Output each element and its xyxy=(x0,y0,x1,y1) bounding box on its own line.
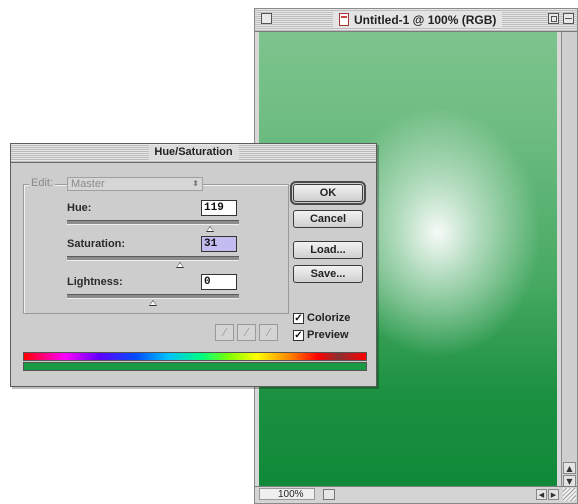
saturation-slider-thumb[interactable] xyxy=(175,262,184,268)
hue-slider-track[interactable] xyxy=(67,220,239,232)
hue-spectrum-bar xyxy=(23,352,367,361)
dialog-titlebar[interactable]: Hue/Saturation xyxy=(11,144,376,163)
document-title: Untitled-1 @ 100% (RGB) xyxy=(354,12,497,27)
document-title-area: Untitled-1 @ 100% (RGB) xyxy=(333,11,503,28)
edit-channel-select[interactable]: Master ⬍ xyxy=(67,177,203,191)
hue-input[interactable]: 119 xyxy=(201,200,237,216)
zoom-box-icon[interactable] xyxy=(548,13,559,24)
load-button[interactable]: Load... xyxy=(293,241,363,259)
scroll-left-arrow-icon[interactable]: ◀ xyxy=(536,489,547,500)
hue-label: Hue: xyxy=(67,202,92,214)
lightness-slider-track[interactable] xyxy=(67,294,239,306)
document-titlebar[interactable]: Untitled-1 @ 100% (RGB) xyxy=(255,9,577,32)
scroll-right-arrow-icon[interactable]: ▶ xyxy=(548,489,559,500)
lightness-label: Lightness: xyxy=(67,276,123,288)
preview-checkbox[interactable]: ✓ xyxy=(293,329,304,341)
vertical-scrollbar[interactable]: ▲ ▼ xyxy=(561,32,577,488)
document-info-icon[interactable] xyxy=(323,489,335,500)
colorize-label: Colorize xyxy=(307,312,351,324)
collapse-box-icon[interactable] xyxy=(563,13,574,24)
close-box-icon[interactable] xyxy=(261,13,272,24)
edit-label: Edit: xyxy=(29,177,56,189)
eyedropper-tools: ⁄ ⁄ ⁄ xyxy=(215,324,278,341)
edit-channel-value: Master xyxy=(71,178,105,190)
lightness-input[interactable]: 0 xyxy=(201,274,237,290)
hue-saturation-dialog: Hue/Saturation Edit: Master ⬍ Hue: 119 S… xyxy=(10,143,377,387)
select-arrows-icon: ⬍ xyxy=(192,179,199,188)
eyedropper-plus-icon[interactable]: ⁄ xyxy=(237,324,256,341)
colorize-checkbox[interactable]: ✓ xyxy=(293,312,304,324)
dialog-title: Hue/Saturation xyxy=(148,145,239,160)
lightness-slider-thumb[interactable] xyxy=(149,300,157,306)
eyedropper-minus-icon[interactable]: ⁄ xyxy=(259,324,278,341)
cancel-button[interactable]: Cancel xyxy=(293,210,363,228)
resize-grow-box-icon[interactable] xyxy=(563,488,576,501)
horizontal-scroll-arrows: ◀ ▶ xyxy=(536,489,559,500)
saturation-slider-track[interactable] xyxy=(67,256,239,268)
zoom-level-field[interactable]: 100% xyxy=(259,488,315,500)
save-button[interactable]: Save... xyxy=(293,265,363,283)
preview-checkbox-row[interactable]: ✓ Preview xyxy=(293,329,349,341)
saturation-input[interactable]: 31 xyxy=(201,236,237,252)
saturation-label: Saturation: xyxy=(67,238,126,250)
scroll-up-arrow-icon[interactable]: ▲ xyxy=(563,462,576,474)
adjusted-color-bar xyxy=(23,362,367,371)
ok-button[interactable]: OK xyxy=(290,181,366,205)
preview-label: Preview xyxy=(307,329,349,341)
eyedropper-icon[interactable]: ⁄ xyxy=(215,324,234,341)
status-bar: 100% ◀ ▶ xyxy=(255,486,577,503)
hue-slider-thumb[interactable] xyxy=(205,226,214,232)
colorize-checkbox-row[interactable]: ✓ Colorize xyxy=(293,312,350,324)
document-icon xyxy=(339,13,349,26)
